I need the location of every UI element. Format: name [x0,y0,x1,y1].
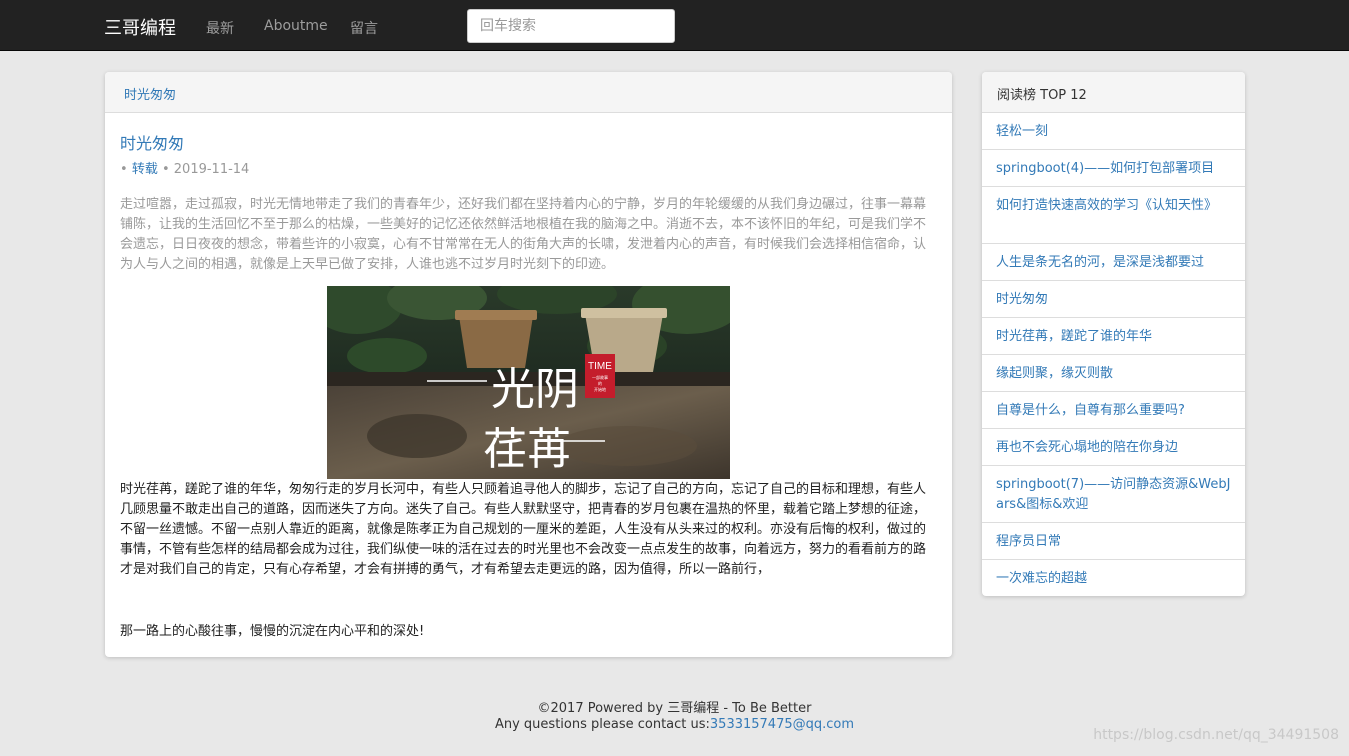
reading-rank-heading: 阅读榜 TOP 12 [982,72,1245,113]
article-image-graphic: TIME 一部故事 的 开始地 光阴 荏苒 [327,286,730,479]
nav-aboutme[interactable]: Aboutme [264,18,328,34]
badge-sub3: 开始地 [594,386,606,392]
rank-item[interactable]: 缘起则聚，缘灭则散 [982,355,1245,392]
meta-bullet: • [161,162,170,177]
footer-email-link[interactable]: 3533157475@qq.com [710,717,854,732]
article-meta: • 转载 • 2019-11-14 [120,158,249,177]
category-link[interactable]: 转载 [132,162,158,177]
badge-sub2: 的 [598,380,602,386]
article-title[interactable]: 时光匆匆 [120,130,184,154]
article-body: 时光荏苒，蹉跎了谁的年华，匆匆行走的岁月长河中，有些人只顾着追寻他人的脚步，忘记… [120,482,927,577]
article-closing: 那一路上的心酸往事，慢慢的沉淀在内心平和的深处! [120,624,425,639]
nav-guestbook[interactable]: 留言 [350,18,378,38]
article-panel: 时光匆匆 时光匆匆 • 转载 • 2019-11-14 走过喧嚣，走过孤寂，时光… [105,72,952,657]
article-panel-heading: 时光匆匆 [105,72,952,113]
rank-item[interactable]: 轻松一刻 [982,113,1245,150]
top-navbar: 三哥编程 最新 Aboutme 留言 [0,0,1349,51]
csdn-watermark: https://blog.csdn.net/qq_34491508 [1093,727,1339,743]
rank-item[interactable]: 时光匆匆 [982,281,1245,318]
article-intro: 走过喧嚣，走过孤寂，时光无情地带走了我们的青春年少，还好我们都在坚持着内心的宁静… [120,197,927,272]
badge-sub1: 一部故事 [592,374,608,380]
rank-item[interactable]: 程序员日常 [982,523,1245,560]
footer-contact-label: Any questions please contact us: [494,717,710,732]
rank-item[interactable]: 如何打造快速高效的学习《认知天性》 [982,187,1245,244]
search-input[interactable] [467,9,675,43]
image-title-top: 光阴 [491,364,579,415]
rank-item[interactable]: springboot(4)——如何打包部署项目 [982,150,1245,187]
reading-rank-panel: 阅读榜 TOP 12 轻松一刻 springboot(4)——如何打包部署项目 … [982,72,1245,596]
rank-item[interactable]: springboot(7)——访问静态资源&WebJars&图标&欢迎 [982,466,1245,523]
rank-item[interactable]: 人生是条无名的河，是深是浅都要过 [982,244,1245,281]
meta-bullet: • [120,162,128,177]
rank-item[interactable]: 自尊是什么，自尊有那么重要吗? [982,392,1245,429]
badge-text: TIME [588,361,612,372]
nav-latest[interactable]: 最新 [206,18,234,38]
rank-item[interactable]: 时光荏苒，蹉跎了谁的年华 [982,318,1245,355]
rank-item[interactable]: 再也不会死心塌地的陪在你身边 [982,429,1245,466]
article-image: TIME 一部故事 的 开始地 光阴 荏苒 [327,286,730,479]
rank-item[interactable]: 一次难忘的超越 [982,560,1245,596]
image-title-bottom: 荏苒 [483,424,571,475]
article-date: 2019-11-14 [173,162,250,177]
brand-link[interactable]: 三哥编程 [104,14,176,40]
footer-copyright: ©2017 Powered by 三哥编程 - To Be Better [537,701,812,716]
